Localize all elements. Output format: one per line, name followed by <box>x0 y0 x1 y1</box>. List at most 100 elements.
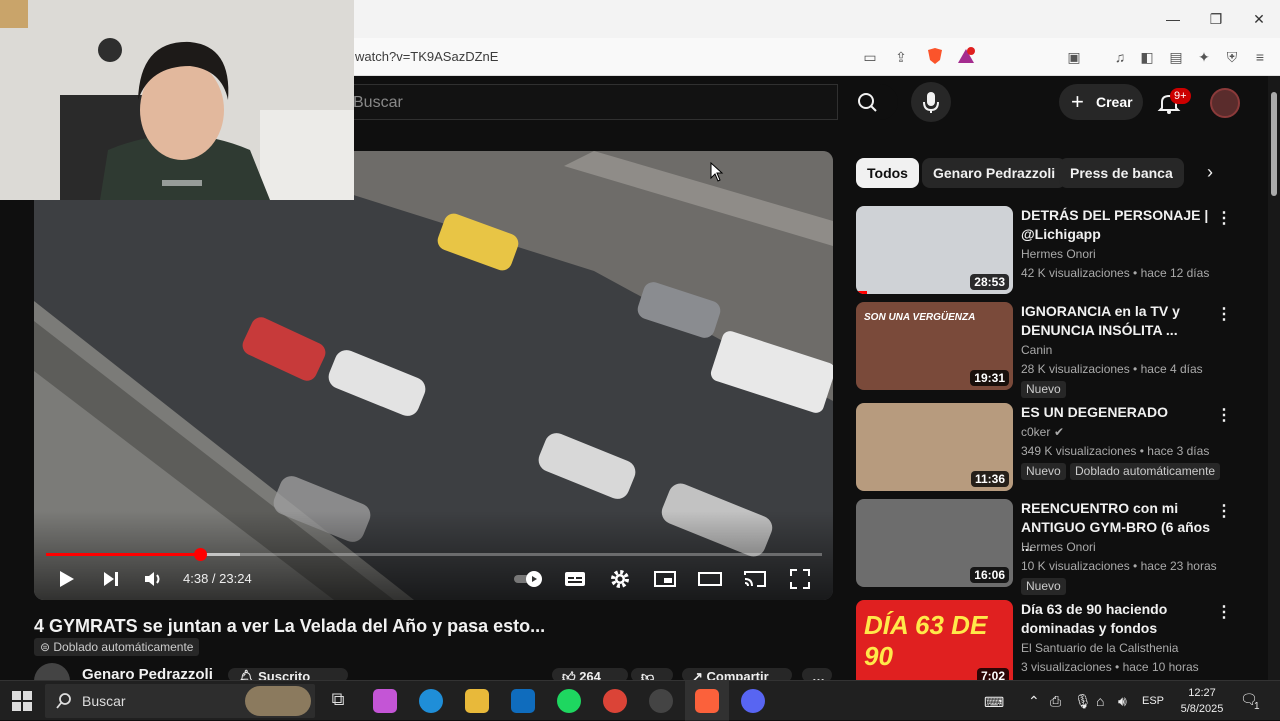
taskbar-search-placeholder: Buscar <box>82 693 126 709</box>
obs-icon[interactable] <box>649 689 673 713</box>
leo-ai-icon[interactable]: ✦ <box>1194 47 1214 67</box>
create-button[interactable]: + Crear <box>1059 84 1143 120</box>
chip-genaro-pedrazzoli[interactable]: Genaro Pedrazzoli <box>922 158 1067 188</box>
notifications-badge: 9+ <box>1170 88 1191 104</box>
account-avatar[interactable] <box>1210 88 1240 118</box>
time-display: 4:38 / 23:24 <box>183 571 252 586</box>
more-options-icon[interactable]: ⋮ <box>1216 602 1232 622</box>
file-explorer-icon[interactable] <box>465 689 489 713</box>
video-thumbnail[interactable]: DÍA 63 DE 90 7:02 <box>856 600 1013 688</box>
more-options-icon[interactable]: ⋮ <box>1216 208 1232 228</box>
outlook-icon[interactable] <box>511 689 535 713</box>
chevron-up-icon[interactable]: ⌃ <box>1028 693 1040 710</box>
clock-time[interactable]: 12:27 <box>1180 687 1224 699</box>
miniplayer-icon <box>654 571 676 587</box>
voice-search-button[interactable] <box>911 82 951 122</box>
miniplayer-button[interactable] <box>653 567 677 591</box>
recommendation-channel[interactable]: Hermes Onori <box>1021 247 1096 261</box>
page-scrollbar[interactable] <box>1268 76 1280 680</box>
watched-progress <box>856 291 867 294</box>
chevron-right-icon[interactable]: › <box>1198 162 1222 186</box>
edge-icon[interactable] <box>419 689 443 713</box>
autoplay-toggle[interactable] <box>512 567 544 591</box>
brave-rewards-icon[interactable] <box>956 47 976 67</box>
active-app-highlight <box>685 681 729 721</box>
network-icon[interactable]: ⌂ <box>1096 693 1104 709</box>
chip-press-de-banca[interactable]: Press de banca <box>1059 158 1184 188</box>
scrollbar-thumb[interactable] <box>1271 92 1277 196</box>
recommendation-channel[interactable]: Canin <box>1021 343 1052 357</box>
settings-button[interactable] <box>608 567 632 591</box>
copilot-icon[interactable] <box>373 689 397 713</box>
theater-mode-button[interactable] <box>698 567 722 591</box>
recommendation-badge: Nuevo <box>1021 578 1066 595</box>
fullscreen-button[interactable] <box>788 567 812 591</box>
search-icon <box>858 93 877 112</box>
clock-date[interactable]: 5/8/2025 <box>1176 703 1228 715</box>
close-button[interactable]: ✕ <box>1244 9 1274 29</box>
recommendation-title[interactable]: Día 63 de 90 haciendo dominadas y fondos <box>1021 600 1221 638</box>
recommendation-title[interactable]: ES UN DEGENERADO <box>1021 403 1221 422</box>
speaker-icon[interactable]: 🔊︎ <box>1118 693 1127 710</box>
language-indicator[interactable]: ESP <box>1142 695 1164 707</box>
search-highlight-image <box>245 686 311 716</box>
share-icon[interactable]: ⇪ <box>891 47 911 67</box>
meet-now-icon[interactable]: ⎙ <box>1050 693 1061 710</box>
vpn-icon[interactable]: ⛨ <box>1222 47 1242 67</box>
title-line-2: dominadas y fondos <box>1021 620 1158 636</box>
restore-button[interactable]: ❐ <box>1201 9 1231 29</box>
chip-todos[interactable]: Todos <box>856 158 919 188</box>
video-thumbnail[interactable]: 28:53 <box>856 206 1013 294</box>
title-line-2: @Lichigapp <box>1021 226 1101 242</box>
play-button[interactable] <box>54 567 78 591</box>
recommendation-title[interactable]: IGNORANCIA en la TV y DENUNCIA INSÓLITA .… <box>1021 302 1221 340</box>
recommendation-item[interactable]: 11:36 ES UN DEGENERADO c0ker ✔ 349 K visuali… <box>856 403 1256 495</box>
screen-cast-icon[interactable]: ▭ <box>860 47 880 67</box>
keyboard-icon[interactable]: ⌨ <box>984 694 1004 711</box>
gear-icon <box>611 570 629 588</box>
recommendation-title[interactable]: DETRÁS DEL PERSONAJE | @Lichigapp <box>1021 206 1221 244</box>
video-thumbnail[interactable]: 11:36 <box>856 403 1013 491</box>
duration-badge: 19:31 <box>970 370 1009 386</box>
wallet-icon[interactable]: ▤ <box>1166 47 1186 67</box>
scrubber-handle[interactable] <box>193 548 207 561</box>
media-icon[interactable]: ♫ <box>1110 47 1130 67</box>
microphone-icon[interactable]: 🎙︎ <box>1074 693 1092 710</box>
recommendation-item[interactable]: SON UNA VERGÜENZA 19:31 IGNORANCIA en la T… <box>856 302 1256 398</box>
recommendation-item[interactable]: DÍA 63 DE 90 7:02 Día 63 de 90 haciendo dom… <box>856 600 1256 692</box>
brave-shield-icon[interactable] <box>925 47 945 67</box>
recommendation-item[interactable]: 28:53 DETRÁS DEL PERSONAJE | @Lichigapp Her… <box>856 206 1256 298</box>
reading-list-icon[interactable]: ▣ <box>1064 47 1084 67</box>
menu-icon[interactable]: ≡ <box>1250 47 1270 67</box>
taskbar-search[interactable]: Buscar <box>45 684 315 718</box>
sidebar-icon[interactable]: ◧ <box>1137 47 1157 67</box>
video-thumbnail[interactable]: SON UNA VERGÜENZA 19:31 <box>856 302 1013 390</box>
spotify-icon[interactable] <box>557 689 581 713</box>
video-thumbnail[interactable]: 16:06 <box>856 499 1013 587</box>
recommendation-item[interactable]: 16:06 REENCUENTRO con mi ANTIGUO GYM-BRO (… <box>856 499 1256 595</box>
more-options-icon[interactable]: ⋮ <box>1216 304 1232 324</box>
next-button[interactable] <box>99 567 123 591</box>
recommendation-meta: 10 K visualizaciones • hace 23 horas <box>1021 559 1217 573</box>
more-options-icon[interactable]: ⋮ <box>1216 501 1232 521</box>
subtitles-icon <box>565 572 585 586</box>
recommendation-channel[interactable]: El Santuario de la Calisthenia <box>1021 641 1178 655</box>
more-options-icon[interactable]: ⋮ <box>1216 405 1232 425</box>
minimize-button[interactable]: — <box>1158 9 1188 29</box>
search-button[interactable] <box>838 84 898 120</box>
progress-bar[interactable] <box>46 548 822 561</box>
cast-button[interactable] <box>743 567 767 591</box>
volume-button[interactable] <box>142 567 166 591</box>
discord-icon[interactable] <box>741 689 765 713</box>
recommendation-channel[interactable]: Hermes Onori <box>1021 540 1096 554</box>
subtitles-button[interactable] <box>563 567 587 591</box>
video-player[interactable] <box>34 151 833 600</box>
thumbnail-caption: DÍA 63 DE 90 <box>864 610 988 671</box>
chrome-icon[interactable] <box>603 689 627 713</box>
url-field[interactable]: watch?v=TK9ASazDZnE <box>355 49 498 64</box>
cast-icon <box>744 571 766 587</box>
windows-start-icon[interactable] <box>12 691 32 711</box>
task-view-icon[interactable]: ⧉ <box>326 689 350 713</box>
search-input[interactable]: Buscar <box>340 84 838 120</box>
recommendation-channel[interactable]: c0ker <box>1021 425 1050 439</box>
